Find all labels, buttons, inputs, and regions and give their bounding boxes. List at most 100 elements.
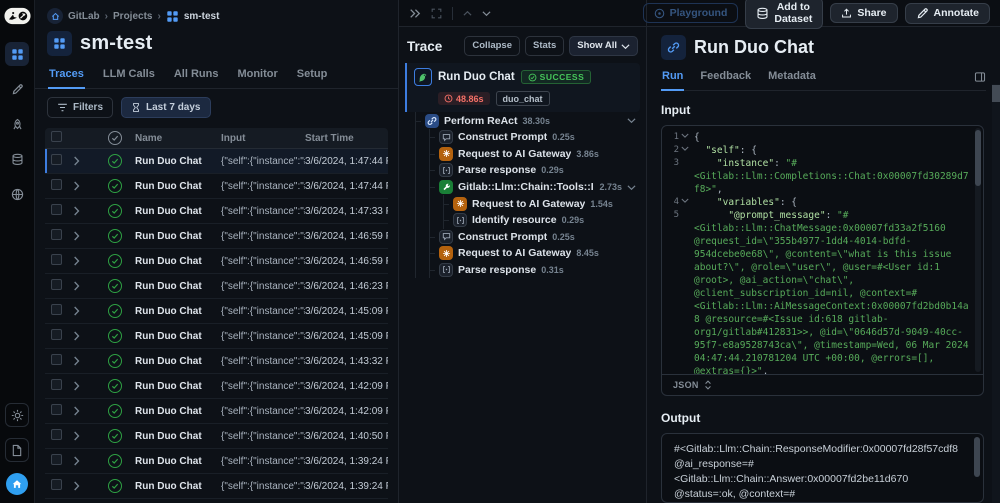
span-collapse-icon[interactable] [627,184,640,191]
page-scrollbar-thumb[interactable] [992,85,1000,102]
sidebar-item-deployments[interactable] [5,112,29,136]
column-name[interactable]: Name [135,133,221,144]
prev-run-icon[interactable] [463,10,472,17]
collapse-panel-icon[interactable] [409,8,421,19]
row-checkbox[interactable] [51,254,62,265]
row-expand-icon[interactable] [69,431,95,441]
run-name[interactable]: Run Duo Chat [135,431,221,442]
row-expand-icon[interactable] [69,231,95,241]
row-checkbox[interactable] [51,304,62,315]
add-to-dataset-button[interactable]: Add to Dataset [745,0,823,29]
table-row[interactable]: Run Duo Chat {"self":{"instance":"#... 3… [45,349,388,374]
tab-llm-calls[interactable]: LLM Calls [102,63,156,89]
run-name[interactable]: Run Duo Chat [135,306,221,317]
trace-span[interactable]: Gitlab::Llm::Chain::Tools::IssueReader::… [405,179,640,196]
trace-span[interactable]: Perform ReAct 38.30s [405,112,640,129]
table-row[interactable]: Run Duo Chat {"self":{"instance":"#... 3… [45,199,388,224]
tab-monitor[interactable]: Monitor [236,63,278,89]
run-name[interactable]: Run Duo Chat [135,356,221,367]
run-name[interactable]: Run Duo Chat [135,206,221,217]
sidebar-item-annotation[interactable] [5,77,29,101]
trace-root-node[interactable]: Run Duo Chat SUCCESS 48.86s duo_chat [405,63,640,112]
home-icon[interactable] [47,8,63,24]
run-name[interactable]: Run Duo Chat [135,281,221,292]
share-button[interactable]: Share [830,3,897,23]
table-row[interactable]: Run Duo Chat {"self":{"instance":"#... 3… [45,249,388,274]
table-row[interactable]: Run Duo Chat {"self":{"instance":"#... 3… [45,274,388,299]
row-expand-icon[interactable] [69,306,95,316]
table-row[interactable]: Run Duo Chat {"self":{"instance":"#... 3… [45,399,388,424]
detail-tab-feedback[interactable]: Feedback [699,65,752,91]
show-all-dropdown[interactable]: Show All [569,36,638,56]
docs-button[interactable] [5,438,29,462]
run-name[interactable]: Run Duo Chat [135,181,221,192]
span-collapse-icon[interactable] [627,117,640,124]
table-row[interactable]: Run Duo Chat {"self":{"instance":"#... 3… [45,449,388,474]
playground-button[interactable]: Playground [643,3,739,23]
output-scrollbar-thumb[interactable] [974,437,980,477]
row-checkbox[interactable] [51,354,62,365]
table-row[interactable]: Run Duo Chat {"self":{"instance":"#... 3… [45,324,388,349]
sidebar-item-hub[interactable] [5,182,29,206]
run-tag[interactable]: duo_chat [496,91,550,106]
table-row[interactable]: Run Duo Chat {"self":{"instance":"#... 3… [45,374,388,399]
next-run-icon[interactable] [482,10,491,17]
run-name[interactable]: Run Duo Chat [135,381,221,392]
line-number[interactable]: 2 [662,144,694,157]
row-checkbox[interactable] [51,204,62,215]
column-input[interactable]: Input [221,133,305,144]
sidebar-item-datasets[interactable] [5,147,29,171]
table-row[interactable]: Run Duo Chat {"self":{"instance":"#... 3… [45,424,388,449]
trace-span[interactable]: Parse response 0.29s [405,162,640,179]
run-name[interactable]: Run Duo Chat [135,256,221,267]
filters-button[interactable]: Filters [47,97,113,118]
row-expand-icon[interactable] [69,156,95,166]
breadcrumb-projects[interactable]: Projects [113,11,152,22]
annotate-button[interactable]: Annotate [905,3,991,24]
row-checkbox[interactable] [51,329,62,340]
output-card[interactable]: #<Gitlab::Llm::Chain::ResponseModifier:0… [661,433,984,503]
table-row[interactable]: Run Duo Chat {"self":{"instance":"#... 3… [45,224,388,249]
row-expand-icon[interactable] [69,456,95,466]
sidebar-item-projects[interactable] [5,42,29,66]
row-expand-icon[interactable] [69,181,95,191]
column-start-time[interactable]: Start Time [305,133,388,144]
tab-setup[interactable]: Setup [296,63,329,89]
table-row[interactable]: Run Duo Chat {"self":{"instance":"#... 3… [45,474,388,499]
input-code[interactable]: 1 { 2 "self": { 3 "instance": "#<Gitlab:… [662,126,983,374]
row-expand-icon[interactable] [69,481,95,491]
run-name[interactable]: Run Duo Chat [135,481,221,492]
row-checkbox[interactable] [51,479,62,490]
detail-tab-run[interactable]: Run [661,65,684,91]
row-expand-icon[interactable] [69,356,95,366]
collapse-button[interactable]: Collapse [464,36,520,56]
run-name[interactable]: Run Duo Chat [135,406,221,417]
row-checkbox[interactable] [51,229,62,240]
avatar[interactable] [6,473,28,495]
table-row[interactable]: Run Duo Chat {"self":{"instance":"#... 3… [45,499,388,503]
row-checkbox[interactable] [51,179,62,190]
trace-span[interactable]: Request to AI Gateway 1.54s [405,195,640,212]
trace-span[interactable]: Parse response 0.31s [405,262,640,279]
row-expand-icon[interactable] [69,256,95,266]
breadcrumb-org[interactable]: GitLab [68,11,100,22]
run-name[interactable]: Run Duo Chat [135,156,221,167]
trace-span[interactable]: Identify resource 0.29s [405,212,640,229]
side-panel-toggle-icon[interactable] [974,71,986,83]
row-checkbox[interactable] [51,454,62,465]
trace-span[interactable]: Request to AI Gateway 3.86s [405,146,640,163]
format-selector[interactable]: JSON [662,374,983,395]
detail-tab-metadata[interactable]: Metadata [767,65,817,91]
trace-span[interactable]: Construct Prompt 0.25s [405,229,640,246]
table-row[interactable]: Run Duo Chat {"self":{"instance":"#... 3… [45,174,388,199]
date-range-button[interactable]: Last 7 days [121,97,210,118]
breadcrumb-current[interactable]: sm-test [184,11,220,22]
run-name[interactable]: Run Duo Chat [135,231,221,242]
run-name[interactable]: Run Duo Chat [135,456,221,467]
settings-button[interactable] [5,403,29,427]
row-checkbox[interactable] [51,154,62,165]
row-checkbox[interactable] [51,429,62,440]
row-checkbox[interactable] [51,279,62,290]
select-all-checkbox[interactable] [51,131,62,142]
row-expand-icon[interactable] [69,206,95,216]
